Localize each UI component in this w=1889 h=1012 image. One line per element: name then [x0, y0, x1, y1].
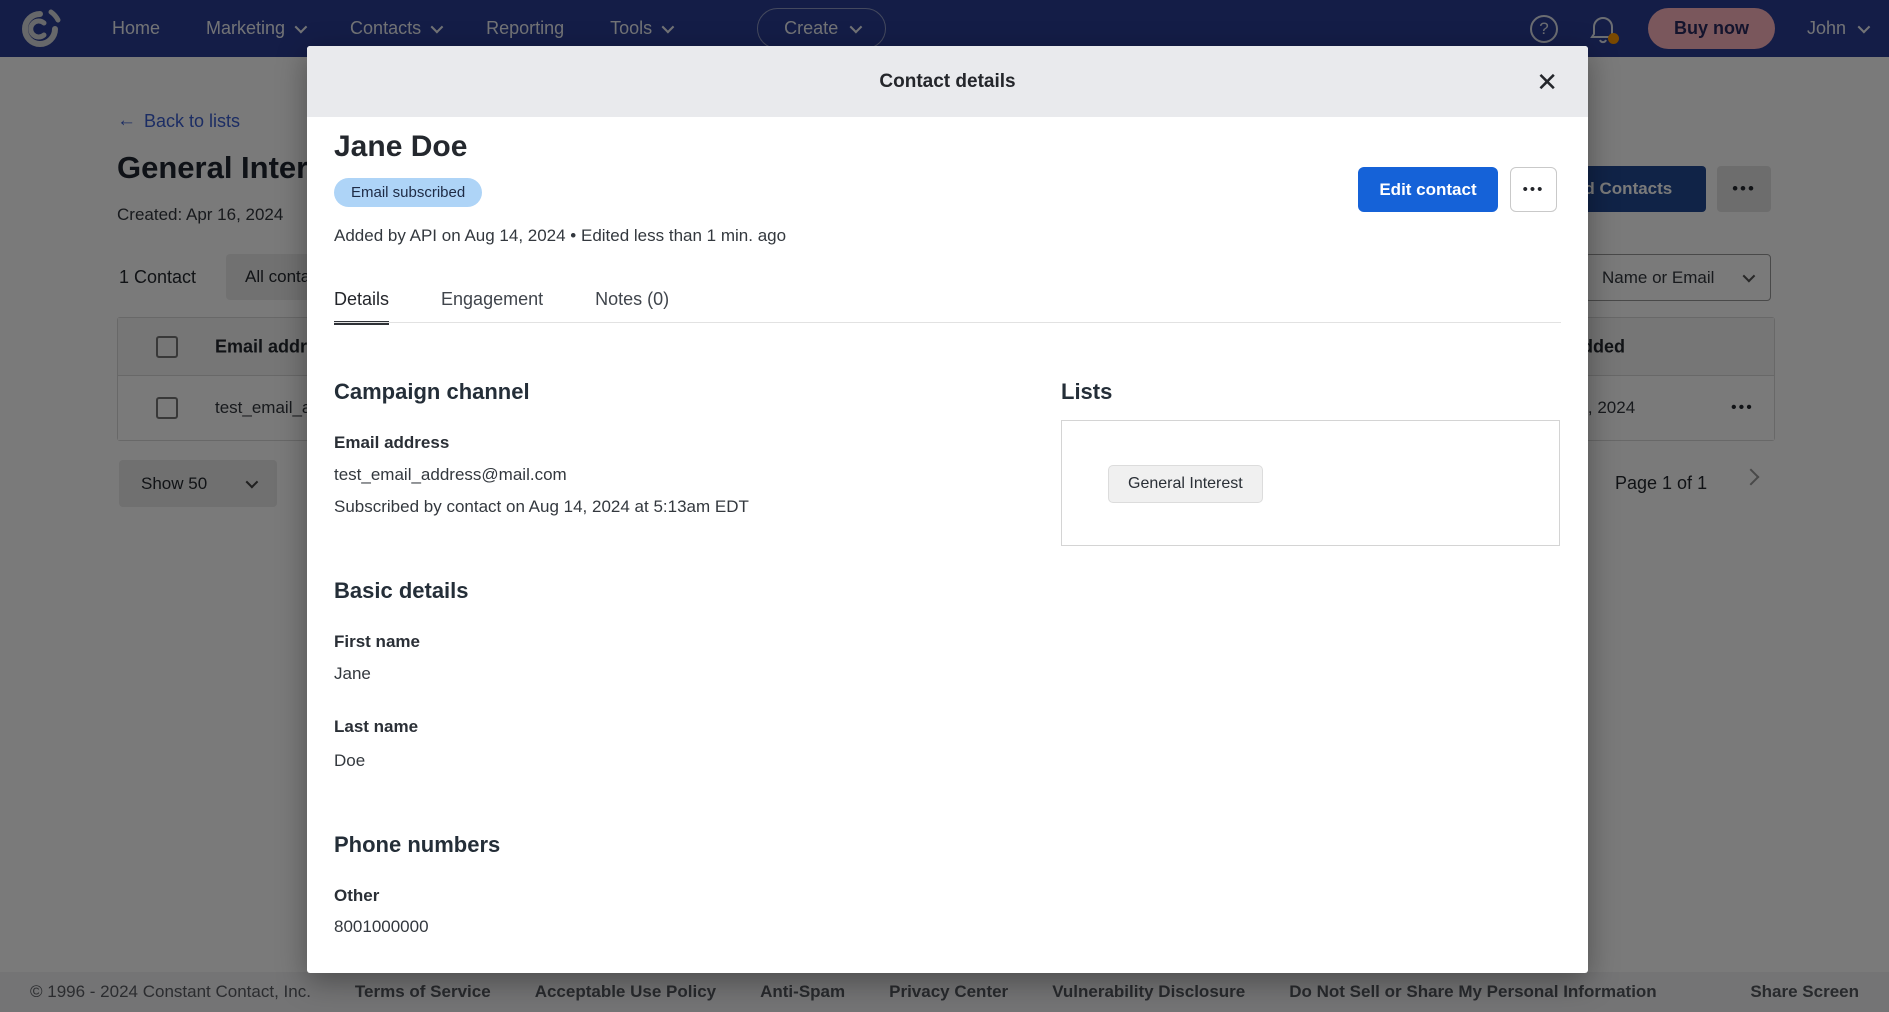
basic-details-heading: Basic details — [334, 578, 469, 604]
phone-numbers-heading: Phone numbers — [334, 832, 500, 858]
contact-details-modal: Contact details ✕ Jane Doe Email subscri… — [307, 46, 1588, 973]
first-name-label: First name — [334, 632, 420, 652]
subscribed-info: Subscribed by contact on Aug 14, 2024 at… — [334, 497, 749, 517]
contact-name: Jane Doe — [334, 130, 467, 164]
edit-contact-button[interactable]: Edit contact — [1358, 167, 1498, 212]
modal-tabs: Details Engagement Notes (0) — [334, 289, 669, 325]
modal-more-actions-button[interactable]: ••• — [1510, 167, 1557, 212]
campaign-channel-heading: Campaign channel — [334, 379, 530, 405]
modal-header: Contact details ✕ — [307, 46, 1588, 117]
last-name-value: Doe — [334, 751, 365, 771]
last-name-label: Last name — [334, 717, 418, 737]
tab-engagement[interactable]: Engagement — [441, 289, 543, 325]
list-chip[interactable]: General Interest — [1108, 465, 1263, 503]
tab-divider — [334, 322, 1561, 323]
modal-title: Contact details — [879, 71, 1015, 93]
app-root: Home Marketing Contacts Reporting Tools … — [0, 0, 1889, 1012]
email-address-label: Email address — [334, 433, 449, 453]
status-badge: Email subscribed — [334, 178, 482, 207]
lists-box: General Interest — [1061, 420, 1560, 546]
tab-notes[interactable]: Notes (0) — [595, 289, 669, 325]
email-address-value: test_email_address@mail.com — [334, 465, 567, 485]
lists-heading: Lists — [1061, 379, 1112, 405]
phone-other-label: Other — [334, 886, 379, 906]
first-name-value: Jane — [334, 664, 371, 684]
close-icon[interactable]: ✕ — [1536, 69, 1558, 95]
tab-details[interactable]: Details — [334, 289, 389, 325]
contact-meta: Added by API on Aug 14, 2024 • Edited le… — [334, 226, 786, 246]
phone-other-value: 8001000000 — [334, 917, 429, 937]
